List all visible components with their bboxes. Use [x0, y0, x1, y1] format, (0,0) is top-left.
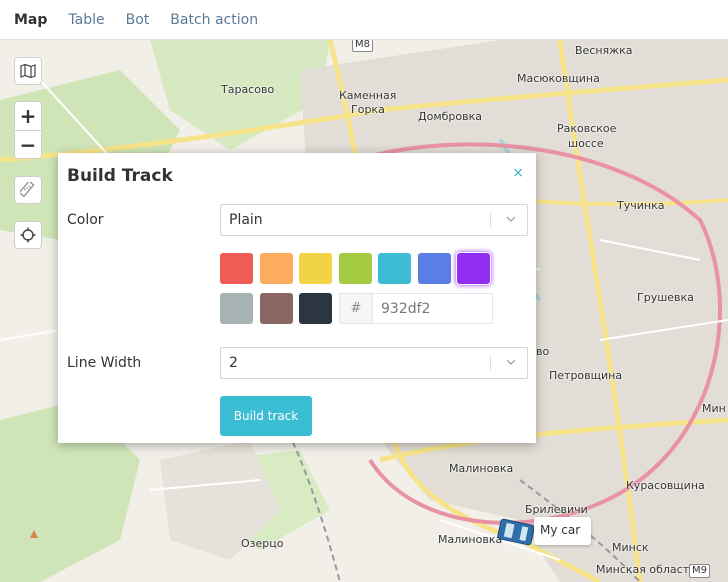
map-label: Горка: [351, 103, 385, 116]
tab-map[interactable]: Map: [14, 12, 47, 28]
map-label: Раковское: [557, 122, 617, 135]
color-swatch[interactable]: [220, 253, 253, 284]
map-label: Грушевка: [637, 291, 694, 304]
car-marker[interactable]: My car: [496, 516, 592, 548]
map-label: Каменная: [339, 89, 397, 102]
hash-prefix: #: [340, 294, 373, 323]
map-label: Брилевичи: [525, 503, 588, 516]
crosshair-icon: [20, 227, 36, 243]
map-label: Озерцо: [241, 537, 284, 550]
color-swatch[interactable]: [260, 293, 293, 324]
line-width-select[interactable]: 2: [220, 347, 528, 379]
map-label: Тучинка: [617, 199, 665, 212]
color-select[interactable]: Plain: [220, 204, 528, 236]
chevron-down-icon: [506, 359, 516, 365]
hex-input[interactable]: # 932df2: [339, 293, 493, 324]
tab-batch-action[interactable]: Batch action: [170, 12, 258, 28]
color-swatch[interactable]: [299, 293, 332, 324]
color-select-value: Plain: [229, 212, 263, 228]
build-track-dialog: Build Track × Color Plain # 932df2 Line …: [58, 153, 536, 443]
map-label: Минская область: [596, 563, 696, 576]
map-label: Минск: [612, 541, 649, 554]
road-badge: M8: [352, 40, 373, 52]
hex-value[interactable]: 932df2: [373, 294, 430, 323]
map-label: Петровщина: [549, 369, 623, 382]
map-label: Весняжка: [575, 44, 633, 57]
map-label: Масюковщина: [517, 72, 600, 85]
zoom-in-button[interactable]: +: [15, 102, 41, 130]
map-label: во: [536, 345, 550, 358]
close-icon[interactable]: ×: [512, 165, 524, 181]
color-swatch[interactable]: [378, 253, 411, 284]
line-width-label: Line Width: [67, 355, 142, 371]
map-label: Мин: [702, 402, 726, 415]
car-icon: [497, 518, 535, 546]
chevron-down-icon: [506, 216, 516, 222]
color-swatch[interactable]: [418, 253, 451, 284]
locate-button[interactable]: [14, 221, 42, 249]
ruler-icon: [20, 182, 35, 198]
color-swatch[interactable]: [339, 253, 372, 284]
select-divider: [490, 213, 491, 227]
zoom-out-button[interactable]: −: [15, 130, 41, 158]
road-badge: M9: [689, 564, 710, 578]
color-swatch[interactable]: [457, 253, 490, 284]
map-layers-icon: [20, 63, 36, 79]
dialog-title: Build Track: [67, 166, 173, 186]
map-label: Малиновка: [449, 462, 514, 475]
map-label: Тарасово: [221, 83, 275, 96]
select-divider: [490, 356, 491, 370]
car-label: My car: [534, 517, 592, 545]
map-label: Домбровка: [418, 110, 482, 123]
color-label: Color: [67, 212, 104, 228]
map-label: шоссе: [568, 137, 604, 150]
zoom-control: + −: [14, 101, 42, 159]
color-swatch[interactable]: [299, 253, 332, 284]
build-track-button[interactable]: Build track: [220, 396, 312, 436]
tab-table[interactable]: Table: [68, 12, 104, 28]
line-width-value: 2: [229, 355, 238, 371]
map-label: Курасовщина: [626, 479, 705, 492]
map-layers-button[interactable]: [14, 57, 42, 85]
ruler-button[interactable]: [14, 176, 42, 204]
color-swatch[interactable]: [260, 253, 293, 284]
tab-bot[interactable]: Bot: [126, 12, 150, 28]
map-label: Малиновка: [438, 533, 503, 546]
top-tab-bar: Map Table Bot Batch action: [0, 0, 728, 40]
color-swatch[interactable]: [220, 293, 253, 324]
